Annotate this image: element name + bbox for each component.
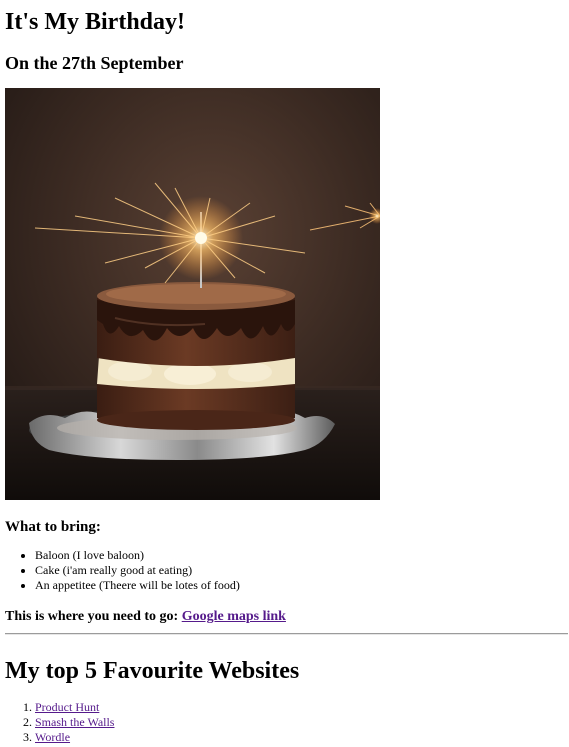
list-item: Cake (i'am really good at eating) <box>35 563 240 578</box>
website-link-wordle[interactable]: Wordle <box>35 730 70 744</box>
location-label: This is where you need to go: <box>5 609 179 624</box>
favourite-websites-list: Product Hunt Smash the Walls Wordle <box>5 700 114 745</box>
website-link-smash-the-walls[interactable]: Smash the Walls <box>35 715 114 729</box>
list-item: Wordle <box>35 730 114 745</box>
what-to-bring-heading: What to bring: <box>5 519 101 535</box>
list-item: An appetitee (Theere will be lotes of fo… <box>35 578 240 593</box>
list-item: Smash the Walls <box>35 715 114 730</box>
list-item: Baloon (I love baloon) <box>35 548 240 563</box>
location-line: This is where you need to go: Google map… <box>5 608 286 626</box>
birthday-cake-image <box>5 88 380 500</box>
favourite-websites-heading: My top 5 Favourite Websites <box>5 658 300 684</box>
page-title: It's My Birthday! <box>5 9 185 35</box>
bring-list: Baloon (I love baloon) Cake (i'am really… <box>5 548 240 593</box>
google-maps-link[interactable]: Google maps link <box>182 609 286 624</box>
divider <box>5 633 568 635</box>
page: It's My Birthday! On the 27th September <box>0 0 569 747</box>
list-item: Product Hunt <box>35 700 114 715</box>
page-subtitle: On the 27th September <box>5 53 184 73</box>
website-link-product-hunt[interactable]: Product Hunt <box>35 700 99 714</box>
